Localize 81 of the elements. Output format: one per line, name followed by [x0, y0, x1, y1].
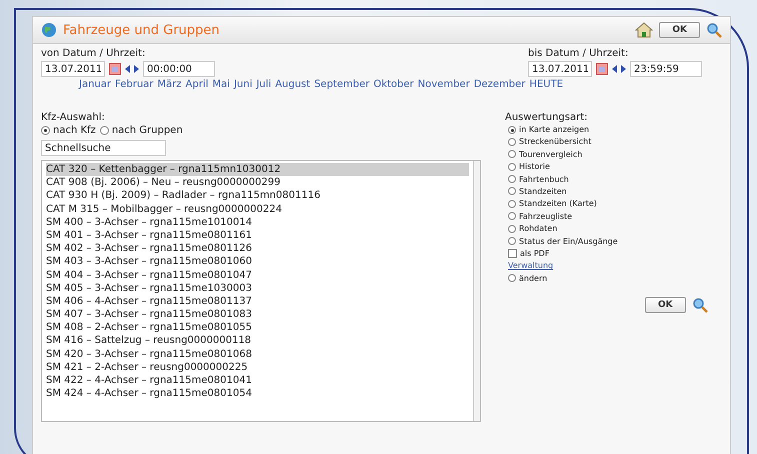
- month-link[interactable]: September: [314, 79, 370, 90]
- radio-label: nach Gruppen: [112, 125, 183, 136]
- calendar-icon[interactable]: [596, 63, 608, 75]
- list-item[interactable]: SM 400 – 3-Achser – rgna115me1010014: [46, 216, 469, 229]
- time-field[interactable]: 23:59:59: [630, 61, 702, 77]
- list-item[interactable]: SM 407 – 3-Achser – rgna115me0801083: [46, 308, 469, 322]
- option-label: Tourenvergleich: [519, 150, 582, 159]
- radio-button[interactable]: [100, 126, 109, 135]
- option-label: in Karte anzeigen: [519, 125, 590, 134]
- arrows-icon[interactable]: [125, 65, 139, 73]
- ok-button[interactable]: OK: [659, 22, 700, 38]
- today-link[interactable]: HEUTE: [529, 79, 564, 90]
- month-link[interactable]: Juli: [256, 79, 272, 90]
- date-field[interactable]: 13.07.2011: [528, 61, 592, 77]
- radio-button[interactable]: [508, 200, 516, 208]
- date-field[interactable]: 13.07.2011: [41, 61, 105, 77]
- month-link[interactable]: November: [418, 79, 470, 90]
- option-label: Fahrtenbuch: [519, 174, 569, 184]
- list-item[interactable]: SM 422 – 4-Achser – rgna115me0801041: [46, 374, 469, 388]
- admin-link[interactable]: Verwaltung: [508, 261, 708, 270]
- list-item[interactable]: CAT 320 – Kettenbagger – rgna115mn1030012: [46, 163, 469, 176]
- radio-label: nach Kfz: [53, 125, 96, 136]
- radio-button[interactable]: [508, 187, 516, 196]
- radio-button[interactable]: [508, 224, 516, 233]
- option-label: ändern: [519, 274, 548, 283]
- list-item[interactable]: SM 403 – 3-Achser – rgna115me0801060: [46, 255, 469, 268]
- ok-button[interactable]: OK: [645, 296, 686, 313]
- list-item[interactable]: SM 420 – 3-Achser – rgna115me0801068: [46, 348, 469, 361]
- option-label: Rohdaten: [519, 224, 558, 234]
- date-time-label: bis Datum / Uhrzeit:: [528, 48, 630, 59]
- option-label: Historie: [519, 162, 550, 172]
- month-link[interactable]: April: [186, 79, 208, 90]
- list-item[interactable]: SM 402 – 3-Achser – rgna115me0801126: [46, 242, 469, 256]
- list-item[interactable]: CAT 930 H (Bj. 2009) – Radlader – rgna115mn0801116: [46, 189, 469, 203]
- list-item[interactable]: SM 408 – 2-Achser – rgna115me0801055: [46, 321, 469, 334]
- calendar-icon[interactable]: [109, 63, 121, 75]
- month-link[interactable]: Februar: [115, 79, 154, 90]
- month-link[interactable]: März: [157, 79, 182, 90]
- month-link[interactable]: August: [275, 79, 310, 90]
- list-item[interactable]: SM 401 – 3-Achser – rgna115me0801161: [46, 228, 469, 242]
- option-label: Standzeiten (Karte): [519, 199, 597, 208]
- list-item[interactable]: SM 421 – 2-Achser – reusng0000000225: [46, 360, 469, 374]
- radio-button[interactable]: [508, 212, 516, 220]
- list-item[interactable]: SM 406 – 4-Achser – rgna115me0801137: [46, 294, 469, 308]
- scrollbar[interactable]: [473, 161, 480, 421]
- radio-button[interactable]: [508, 138, 516, 146]
- radio-button[interactable]: [41, 126, 50, 135]
- window-title: Fahrzeuge und Gruppen: [63, 22, 220, 38]
- search-field[interactable]: Schnellsuche: [41, 140, 166, 156]
- option-label: Fahrzeugliste: [519, 212, 572, 221]
- radio-button[interactable]: [508, 150, 516, 158]
- list-item[interactable]: SM 405 – 3-Achser – rgna115me1030003: [46, 282, 469, 295]
- month-link[interactable]: Dezember: [474, 79, 526, 90]
- radio-button[interactable]: [508, 126, 516, 134]
- section-label: Auswertungsart:: [505, 112, 589, 123]
- month-link[interactable]: Januar: [79, 79, 111, 90]
- radio-button[interactable]: [508, 274, 516, 282]
- month-link[interactable]: Oktober: [373, 79, 414, 90]
- option-label: Streckenübersicht: [519, 137, 592, 146]
- month-link[interactable]: Mai: [212, 79, 230, 90]
- home-icon[interactable]: [635, 22, 654, 38]
- list-item[interactable]: CAT 908 (Bj. 2006) – Neu – reusng0000000299: [46, 176, 469, 190]
- section-label: Kfz-Auswahl:: [41, 112, 106, 123]
- globe-icon: [41, 22, 57, 38]
- list-item[interactable]: SM 416 – Sattelzug – reusng0000000118: [46, 334, 469, 348]
- radio-button[interactable]: [508, 162, 516, 171]
- arrows-icon[interactable]: [612, 65, 626, 73]
- option-label: Standzeiten: [519, 186, 567, 196]
- month-link[interactable]: Juni: [234, 79, 252, 90]
- list-item[interactable]: CAT M 315 – Mobilbagger – reusng0000000224: [46, 202, 469, 216]
- list-item[interactable]: SM 424 – 4-Achser – rgna115me0801054: [46, 387, 469, 400]
- search-icon[interactable]: [706, 22, 722, 38]
- option-label: Status der Ein/Ausgänge: [519, 236, 618, 246]
- radio-button[interactable]: [508, 175, 516, 184]
- checkbox-label: als PDF: [520, 248, 550, 258]
- radio-button[interactable]: [508, 237, 516, 246]
- search-icon[interactable]: [692, 296, 708, 313]
- time-field[interactable]: 00:00:00: [143, 61, 215, 77]
- date-time-label: von Datum / Uhrzeit:: [41, 48, 146, 59]
- list-item[interactable]: SM 404 – 3-Achser – rgna115me0801047: [46, 268, 469, 282]
- checkbox[interactable]: [508, 248, 517, 258]
